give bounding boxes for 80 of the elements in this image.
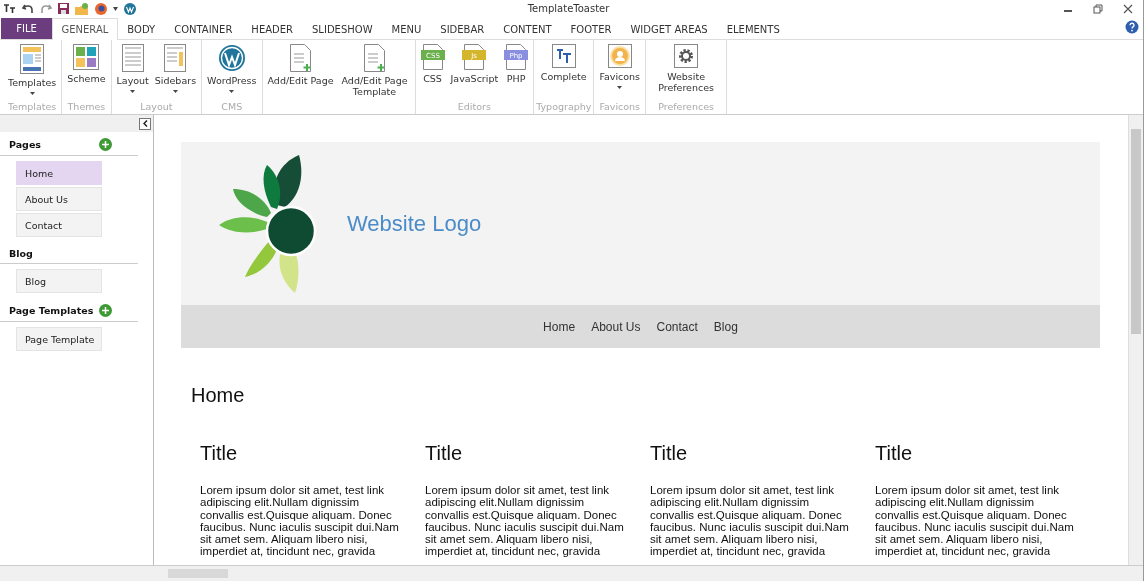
group-label: Editors: [457, 101, 491, 114]
save-icon[interactable]: [58, 3, 69, 14]
redo-icon[interactable]: [40, 3, 52, 14]
color-grid-icon: [73, 44, 100, 70]
template-icon: [20, 44, 45, 74]
nav-link[interactable]: Home: [543, 319, 576, 334]
ribbon-tab[interactable]: CONTENT: [493, 18, 562, 39]
column-text: Lorem ipsum dolor sit amet, test link adipiscing elit.Nullam dignissim convallis est.Quisque aliquam. Donec faucibus. Nunc iaculis suscipit dui.Nam sit amet sem. Aliquam libero nisi, imperdiet at, tincidunt nec, gravida: [650, 484, 850, 558]
column-text: Lorem ipsum dolor sit amet, test link adipiscing elit.Nullam dignissim convallis est.Quisque aliquam. Donec faucibus. Nunc iaculis suscipit dui.Nam sit amet sem. Aliquam libero nisi, imperdiet at, tincidunt nec, gravida: [200, 484, 400, 558]
settings-icon: [674, 44, 699, 68]
document-icon: [121, 44, 144, 72]
wordpress-icon[interactable]: [124, 2, 136, 15]
logo-text: Website Logo: [347, 210, 482, 237]
add-page-icon: [363, 44, 386, 72]
add-page-icon: [289, 44, 312, 72]
ribbon-button[interactable]: Sidebars: [151, 40, 200, 101]
section-title: Page Templates: [9, 305, 94, 316]
ribbon-tab[interactable]: CONTAINER: [164, 18, 242, 39]
nav-link[interactable]: Contact: [656, 319, 698, 334]
page-item[interactable]: Blog: [16, 269, 102, 293]
typography-icon: [551, 44, 576, 68]
ribbon-button[interactable]: Complete: [537, 40, 590, 101]
ribbon-tab[interactable]: ELEMENTS: [717, 18, 790, 39]
open-folder-icon[interactable]: [75, 2, 89, 15]
column-text: Lorem ipsum dolor sit amet, test link adipiscing elit.Nullam dignissim convallis est.Quisque aliquam. Donec faucibus. Nunc iaculis suscipit dui.Nam sit amet sem. Aliquam libero nisi, imperdiet at, tincidunt nec, gravida: [425, 484, 625, 558]
ribbon-tab[interactable]: GENERAL: [52, 18, 118, 40]
ribbon-button[interactable]: Layout: [113, 40, 152, 101]
nav-link[interactable]: Blog: [713, 319, 738, 334]
collapse-button[interactable]: [139, 117, 151, 130]
ribbon-button[interactable]: Favicons: [596, 40, 644, 101]
column-title: Title: [425, 442, 464, 465]
chevron-left-icon: [142, 120, 148, 127]
text-size-icon[interactable]: [4, 3, 16, 14]
ribbon-button[interactable]: Add/Edit Page: [264, 40, 337, 114]
sidebar-layout-icon: [164, 44, 187, 72]
group-label: Preferences: [658, 101, 714, 114]
ribbon-button[interactable]: Add/Edit Page Template: [336, 40, 413, 114]
group-label: Layout: [140, 101, 173, 114]
ribbon-button[interactable]: Scheme: [64, 40, 109, 101]
ribbon-tab[interactable]: SIDEBAR: [430, 18, 494, 39]
group-label: Templates: [8, 101, 57, 114]
column-title: Title: [200, 442, 239, 465]
group-label: Favicons: [599, 101, 641, 114]
undo-icon[interactable]: [22, 3, 34, 14]
restore-icon[interactable]: [1093, 3, 1103, 14]
page-item[interactable]: About Us: [16, 187, 102, 211]
page-item[interactable]: Home: [16, 161, 102, 185]
ribbon-tab[interactable]: FOOTER: [561, 18, 621, 39]
page-heading: Home: [190, 383, 246, 407]
section-title: Pages: [9, 139, 42, 150]
caret-icon[interactable]: [113, 6, 118, 11]
page-item[interactable]: Page Template: [16, 327, 102, 351]
ribbon-tab[interactable]: HEADER: [241, 18, 303, 39]
add-icon[interactable]: [99, 138, 112, 151]
column-title: Title: [875, 442, 914, 465]
horizontal-scrollbar[interactable]: [0, 565, 1143, 581]
group-label: CMS: [221, 101, 243, 114]
window-title: TemplateToaster: [527, 3, 610, 14]
ribbon-tab[interactable]: MENU: [382, 18, 431, 39]
help-icon[interactable]: [1125, 19, 1139, 34]
column-text: Lorem ipsum dolor sit amet, test link adipiscing elit.Nullam dignissim convallis est.Quisque aliquam. Donec faucibus. Nunc iaculis suscipit dui.Nam sit amet sem. Aliquam libero nisi, imperdiet at, tincidunt nec, gravida: [875, 484, 1075, 558]
group-label: Themes: [67, 101, 106, 114]
file-tab[interactable]: FILE: [1, 18, 52, 39]
wordpress-icon: [217, 44, 246, 72]
vertical-scrollbar[interactable]: [1128, 115, 1143, 565]
ribbon-button[interactable]: WordPress: [204, 40, 260, 101]
ribbon-tab[interactable]: BODY: [117, 18, 165, 39]
ribbon-tab[interactable]: SLIDESHOW: [302, 18, 383, 39]
ribbon-button[interactable]: Templates: [5, 40, 60, 101]
group-label: Typography: [536, 101, 592, 114]
column-title: Title: [650, 442, 689, 465]
ribbon-tab[interactable]: WIDGET AREAS: [621, 18, 718, 39]
add-icon[interactable]: [99, 304, 112, 317]
user-badge-icon: [607, 44, 632, 68]
close-icon[interactable]: [1123, 3, 1133, 14]
section-title: Blog: [9, 248, 33, 259]
nav-link[interactable]: About Us: [591, 319, 641, 334]
ribbon-button[interactable]: Website Preferences: [648, 40, 725, 101]
browser-icon[interactable]: [95, 2, 107, 15]
page-item[interactable]: Contact: [16, 213, 102, 237]
